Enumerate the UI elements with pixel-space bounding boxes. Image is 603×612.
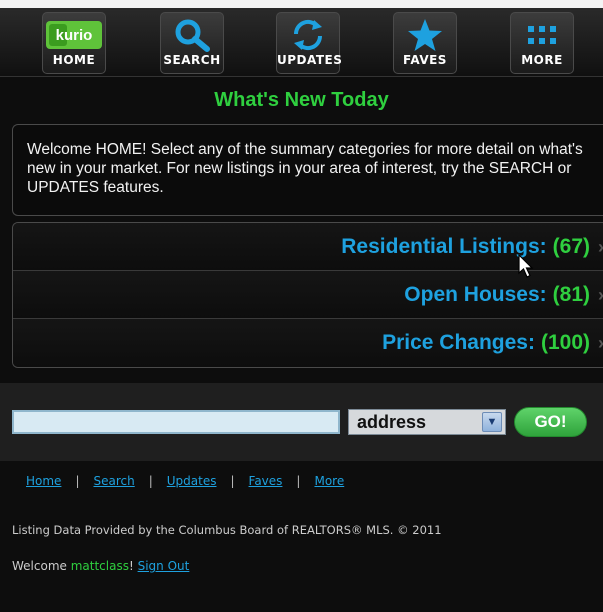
footer-separator: | (75, 474, 80, 488)
nav-home-label: HOME (52, 53, 96, 67)
chevron-right-icon: › (598, 235, 603, 259)
page-title: What's New Today (214, 89, 389, 111)
nav-faves-button[interactable]: FAVES (393, 12, 457, 74)
username: mattclass (70, 559, 129, 573)
nav-faves-label: FAVES (403, 53, 447, 67)
more-dots-icon (511, 17, 573, 53)
summary-row-open-houses[interactable]: Open Houses: (81) › (13, 271, 603, 319)
nav-search-label: SEARCH (163, 53, 221, 67)
summary-row-count: (100) (540, 331, 590, 354)
star-icon (394, 17, 456, 53)
footer-link-updates[interactable]: Updates (167, 474, 217, 488)
nav-updates-button[interactable]: UPDATES (276, 12, 343, 74)
summary-row-count: (67) (552, 234, 590, 258)
logo-text: kurio (55, 26, 93, 44)
footer-separator: | (148, 474, 153, 488)
search-section: address ▼ GO! (0, 383, 603, 461)
search-icon (161, 17, 223, 53)
nav-search-button[interactable]: SEARCH (160, 12, 224, 74)
data-credit: Listing Data Provided by the Columbus Bo… (12, 523, 442, 537)
footer-link-search[interactable]: Search (93, 474, 134, 488)
nav-more-button[interactable]: MORE (510, 12, 574, 74)
refresh-icon (277, 17, 339, 53)
footer-separator: | (230, 474, 235, 488)
summary-list: Residential Listings: (67) › Open Houses… (12, 222, 603, 368)
welcome-prefix: Welcome (12, 559, 71, 573)
chevron-right-icon: › (598, 331, 603, 355)
footer-link-faves[interactable]: Faves (249, 474, 283, 488)
footer-link-more[interactable]: More (314, 474, 344, 488)
nav-more-label: MORE (521, 53, 563, 67)
welcome-box: Welcome HOME! Select any of the summary … (12, 124, 603, 216)
search-input[interactable] (12, 410, 340, 434)
welcome-text: Welcome HOME! Select any of the summary … (27, 141, 583, 196)
search-type-select[interactable]: address ▼ (348, 409, 506, 435)
nav-bar: kurio HOME SEARCH UPDATES FAVES MORE (0, 8, 603, 77)
sign-out-link[interactable]: Sign Out (138, 559, 190, 573)
summary-row-label: Price Changes: (382, 331, 535, 354)
kurio-logo-icon: kurio (43, 17, 105, 53)
summary-row-count: (81) (552, 282, 590, 306)
summary-row-residential-listings[interactable]: Residential Listings: (67) › (13, 223, 603, 271)
summary-row-price-changes[interactable]: Price Changes: (100) › (13, 319, 603, 367)
footer-nav: Home | Search | Updates | Faves | More (26, 472, 344, 490)
nav-home-button[interactable]: kurio HOME (42, 12, 106, 74)
mouse-cursor-icon (518, 254, 534, 278)
chevron-right-icon: › (598, 283, 603, 307)
summary-row-label: Residential Listings: (341, 234, 547, 258)
top-strip (0, 0, 603, 8)
welcome-suffix: ! (128, 559, 138, 573)
search-type-value: address (357, 411, 427, 432)
go-button[interactable]: GO! (514, 407, 587, 437)
footer-separator: | (296, 474, 301, 488)
summary-row-label: Open Houses: (404, 282, 547, 306)
dropdown-arrow-icon[interactable]: ▼ (482, 412, 502, 432)
welcome-user: Welcome mattclass! Sign Out (12, 559, 189, 573)
nav-updates-label: UPDATES (277, 53, 343, 67)
footer-link-home[interactable]: Home (26, 474, 61, 488)
